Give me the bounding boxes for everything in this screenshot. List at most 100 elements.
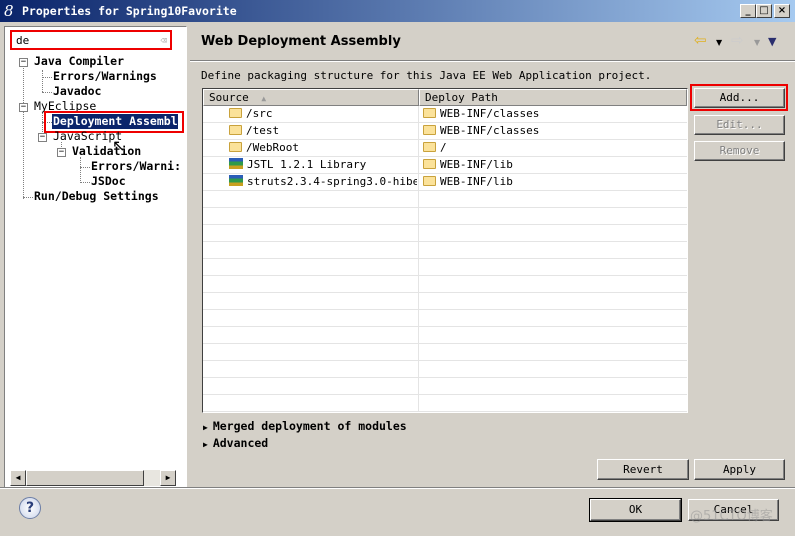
deploy-path-text: WEB-INF/lib	[440, 158, 513, 171]
tree-item-javadoc[interactable]: Javadoc	[53, 84, 101, 99]
view-menu-icon[interactable]: ▼	[768, 35, 776, 48]
close-button[interactable]: ×	[774, 4, 790, 18]
table-row[interactable]	[203, 378, 687, 395]
filter-value: de	[16, 34, 30, 47]
edit-button[interactable]: Edit...	[694, 115, 785, 135]
column-header-deploy-path[interactable]: Deploy Path	[419, 89, 687, 106]
deploy-path-text: WEB-INF/classes	[440, 107, 540, 120]
tree-line	[23, 66, 24, 199]
page-title: Web Deployment Assembly	[201, 34, 401, 49]
maximize-button[interactable]: □	[756, 4, 772, 18]
back-menu-icon[interactable]: ▼	[716, 38, 722, 47]
minimize-button[interactable]: _	[740, 4, 756, 18]
source-cell: /src	[229, 106, 417, 123]
table-row[interactable]	[203, 225, 687, 242]
tree-item-js-errors-warnings[interactable]: Errors/Warni:	[91, 159, 181, 174]
table-row[interactable]	[203, 276, 687, 293]
table-row[interactable]	[203, 327, 687, 344]
folder-icon	[229, 125, 242, 135]
separator	[0, 487, 795, 489]
deploy-path-cell: /	[423, 140, 683, 157]
source-cell: /WebRoot	[229, 140, 417, 157]
pane-splitter[interactable]	[187, 24, 190, 486]
column-label: Source	[209, 91, 249, 104]
table-row[interactable]	[203, 191, 687, 208]
library-icon	[229, 175, 243, 186]
tree-line	[42, 77, 52, 78]
remove-button[interactable]: Remove	[694, 141, 785, 161]
deploy-path-cell: WEB-INF/lib	[423, 157, 683, 174]
tree-item-run-debug-settings[interactable]: Run/Debug Settings	[34, 189, 159, 204]
description: Define packaging structure for this Java…	[201, 69, 652, 82]
folder-icon	[423, 108, 436, 118]
table-row[interactable]	[203, 310, 687, 327]
folder-icon	[423, 159, 436, 169]
collapse-icon[interactable]: −	[19, 58, 28, 67]
table-row[interactable]	[203, 344, 687, 361]
folder-icon	[229, 142, 242, 152]
apply-button[interactable]: Apply	[694, 459, 785, 480]
filter-input[interactable]: de ⌫	[10, 30, 172, 50]
tree-item-validation[interactable]: Validation	[72, 144, 141, 159]
deploy-path-text: WEB-INF/lib	[440, 175, 513, 188]
tree-line	[42, 92, 52, 93]
table-row[interactable]	[203, 259, 687, 276]
tree-item-jsdoc[interactable]: JSDoc	[91, 174, 126, 189]
horizontal-scrollbar[interactable]: ◀ ▶	[10, 470, 176, 486]
source-text: /src	[246, 107, 273, 120]
deploy-path-text: /	[440, 141, 447, 154]
ok-button[interactable]: OK	[589, 498, 682, 522]
sort-ascending-icon: ▲	[261, 94, 267, 103]
assembly-table[interactable]: Source ▲ Deploy Path /src WEB-INF/classes…	[202, 88, 688, 413]
source-cell: JSTL 1.2.1 Library	[229, 157, 417, 174]
table-row[interactable]	[203, 361, 687, 378]
collapse-icon[interactable]: −	[19, 103, 28, 112]
tree-line	[80, 182, 90, 183]
scroll-left-icon[interactable]: ◀	[10, 470, 26, 486]
column-header-source[interactable]: Source ▲	[203, 89, 419, 106]
revert-button[interactable]: Revert	[597, 459, 689, 480]
deploy-path-cell: WEB-INF/lib	[423, 174, 683, 191]
help-icon[interactable]: ?	[19, 497, 41, 519]
tree-line	[42, 70, 43, 92]
source-text: /WebRoot	[246, 141, 299, 154]
table-row[interactable]: /src WEB-INF/classes	[203, 106, 687, 123]
tree-line	[23, 197, 33, 198]
forward-menu-icon[interactable]: ▼	[754, 38, 760, 47]
source-text: struts2.3.4-spring3.0-hibern:	[247, 175, 417, 188]
window-title: Properties for Spring10Favorite	[22, 4, 237, 18]
advanced-section[interactable]: ▶ Advanced	[203, 436, 268, 450]
merged-deployment-section[interactable]: ▶ Merged deployment of modules	[203, 419, 407, 433]
source-cell: /test	[229, 123, 417, 140]
scroll-thumb[interactable]	[26, 470, 144, 486]
folder-icon	[423, 142, 436, 152]
table-row[interactable]: JSTL 1.2.1 Library WEB-INF/lib	[203, 157, 687, 174]
tree-item-java-compiler[interactable]: Java Compiler	[34, 54, 124, 69]
table-row[interactable]: /test WEB-INF/classes	[203, 123, 687, 140]
tree-line	[80, 167, 90, 168]
scroll-right-icon[interactable]: ▶	[160, 470, 176, 486]
clear-filter-icon[interactable]: ⌫	[160, 34, 167, 48]
folder-icon	[423, 176, 436, 186]
separator	[190, 60, 795, 62]
eclipse-icon: 8	[4, 2, 14, 20]
table-row[interactable]: struts2.3.4-spring3.0-hibern: WEB-INF/lib	[203, 174, 687, 191]
library-icon	[229, 158, 243, 169]
section-label: Advanced	[212, 436, 269, 450]
watermark: @51CTO博客	[690, 509, 773, 524]
table-row[interactable]	[203, 293, 687, 310]
folder-icon	[423, 125, 436, 135]
table-row[interactable]	[203, 395, 687, 412]
table-row[interactable]	[203, 242, 687, 259]
table-row[interactable]: /WebRoot /	[203, 140, 687, 157]
forward-arrow-icon[interactable]: ⇨	[731, 31, 744, 49]
collapse-icon[interactable]: −	[57, 148, 66, 157]
tree-line	[80, 157, 81, 183]
source-text: JSTL 1.2.1 Library	[247, 158, 367, 171]
deploy-path-cell: WEB-INF/classes	[423, 123, 683, 140]
table-row[interactable]	[203, 208, 687, 225]
collapse-icon[interactable]: −	[38, 133, 47, 142]
tree-item-errors-warnings[interactable]: Errors/Warnings	[53, 69, 157, 84]
back-arrow-icon[interactable]: ⇦	[694, 31, 707, 49]
expand-arrow-icon: ▶	[203, 440, 208, 449]
